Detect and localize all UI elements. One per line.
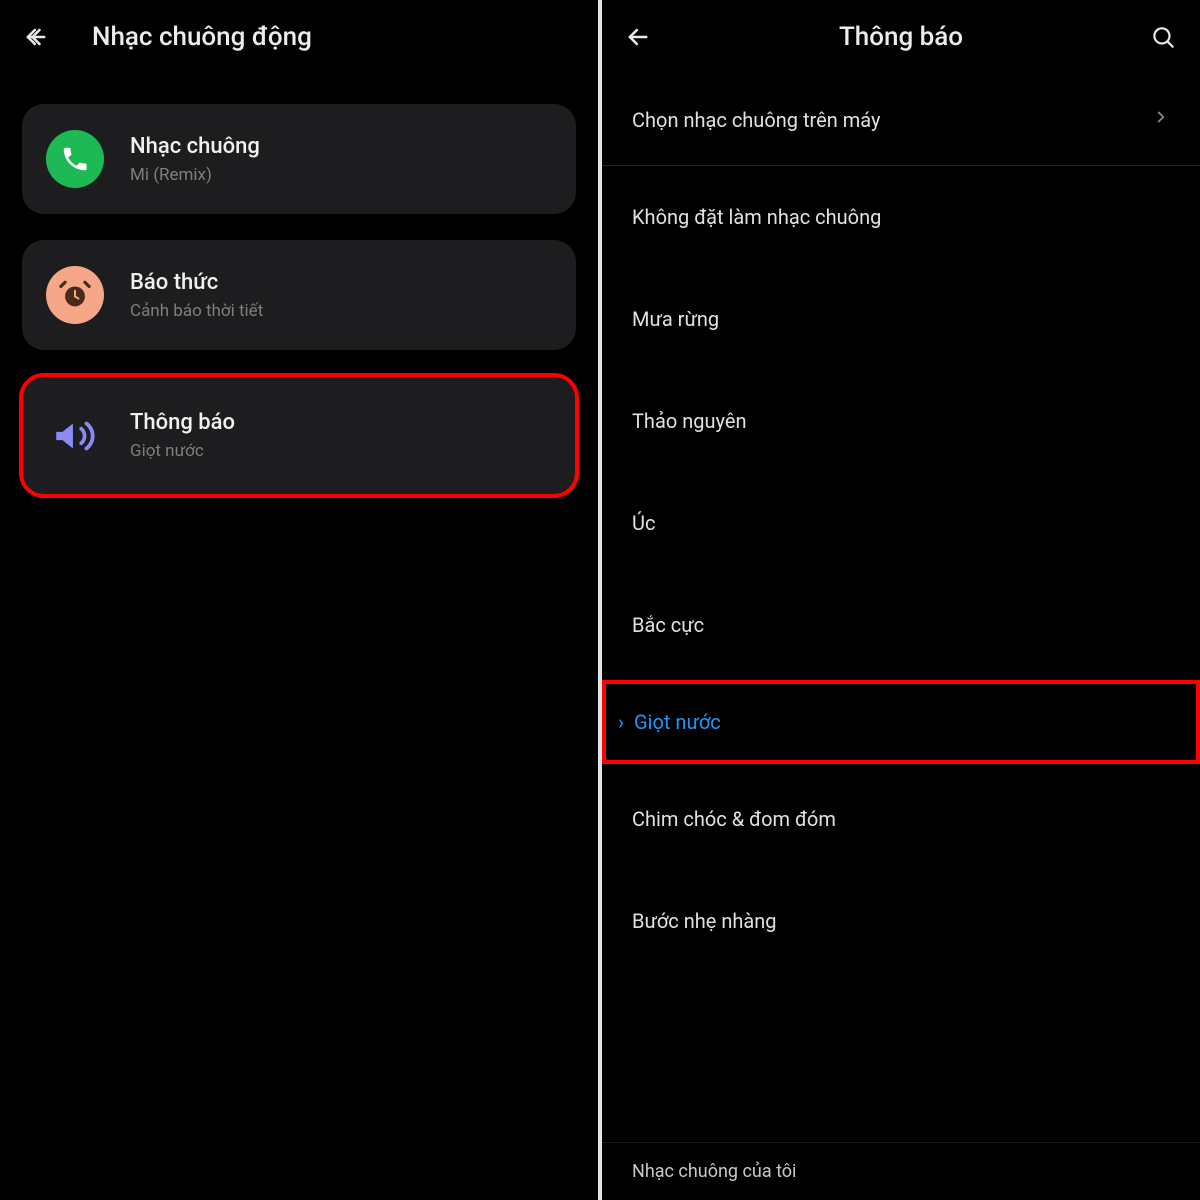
chevron-right-icon xyxy=(1152,107,1170,132)
my-ringtones-label: Nhạc chuông của tôi xyxy=(632,1161,796,1182)
sound-item-label: Úc xyxy=(632,511,655,535)
sound-item-australia[interactable]: Úc xyxy=(602,472,1200,574)
row-pick-local[interactable]: Chọn nhạc chuông trên máy xyxy=(602,74,1200,166)
card-ringtone-sub: Mi (Remix) xyxy=(130,165,260,185)
page-title: Nhạc chuông động xyxy=(92,22,312,52)
card-notification-title: Thông báo xyxy=(130,410,235,435)
sound-item-label: Bước nhẹ nhàng xyxy=(632,909,777,933)
sound-item-steppe[interactable]: Thảo nguyên xyxy=(602,370,1200,472)
card-alarm-title: Báo thức xyxy=(130,270,263,295)
card-ringtone[interactable]: Nhạc chuông Mi (Remix) xyxy=(22,104,576,214)
back-icon[interactable] xyxy=(622,21,654,53)
card-ringtone-title: Nhạc chuông xyxy=(130,134,260,159)
sound-item-label: Giọt nước xyxy=(634,710,721,734)
search-icon[interactable] xyxy=(1146,20,1180,54)
sound-item-softstep[interactable]: Bước nhẹ nhàng xyxy=(602,870,1200,972)
sound-item-waterdrop[interactable]: › Giọt nước xyxy=(604,682,1198,762)
chevron-right-icon: › xyxy=(618,710,624,734)
card-alarm-sub: Cảnh báo thời tiết xyxy=(130,301,263,321)
left-panel: Nhạc chuông động Nhạc chuông Mi (Remix) … xyxy=(0,0,598,1200)
row-pick-local-label: Chọn nhạc chuông trên máy xyxy=(632,108,880,132)
card-notification[interactable]: Thông báo Giọt nước xyxy=(22,376,576,495)
sound-item-label: Mưa rừng xyxy=(632,307,719,331)
sound-item-label: Chim chóc & đom đóm xyxy=(632,807,836,831)
sound-item-label: Thảo nguyên xyxy=(632,409,746,433)
sound-item-rainforest[interactable]: Mưa rừng xyxy=(602,268,1200,370)
sound-item-arctic[interactable]: Bắc cực xyxy=(602,574,1200,676)
sound-item-label: Bắc cực xyxy=(632,613,704,637)
alarm-clock-icon xyxy=(46,266,104,324)
sound-item-birds[interactable]: Chim chóc & đom đóm xyxy=(602,768,1200,870)
right-panel: Thông báo Chọn nhạc chuông trên máy Khôn… xyxy=(602,0,1200,1200)
left-header: Nhạc chuông động xyxy=(0,0,598,74)
sound-item-none[interactable]: Không đặt làm nhạc chuông xyxy=(602,166,1200,268)
phone-icon xyxy=(46,130,104,188)
card-alarm[interactable]: Báo thức Cảnh báo thời tiết xyxy=(22,240,576,350)
right-header: Thông báo xyxy=(602,0,1200,74)
speaker-icon xyxy=(46,411,104,461)
card-notification-sub: Giọt nước xyxy=(130,441,235,461)
my-ringtones-row[interactable]: Nhạc chuông của tôi xyxy=(602,1142,1200,1200)
page-title: Thông báo xyxy=(839,22,963,52)
card-list: Nhạc chuông Mi (Remix) Báo thức Cảnh báo… xyxy=(0,74,598,495)
back-icon[interactable] xyxy=(20,21,52,53)
sound-item-label: Không đặt làm nhạc chuông xyxy=(632,205,881,229)
